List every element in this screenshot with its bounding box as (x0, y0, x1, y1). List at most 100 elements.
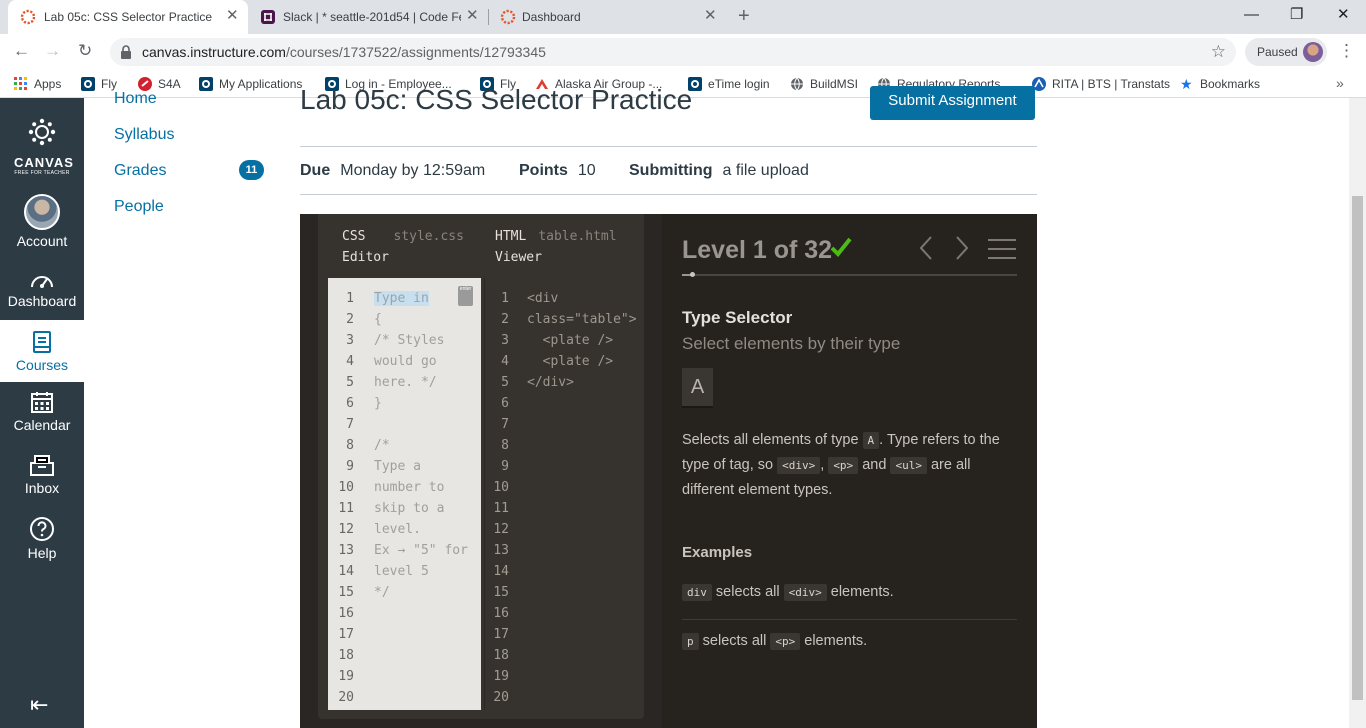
browser-toolbar: ← → ↻ canvas.instructure.com/courses/173… (0, 34, 1366, 70)
line-number: 2 (501, 312, 509, 327)
close-tab-icon[interactable]: ✕ (466, 8, 479, 24)
nav-label: Account (16, 233, 68, 249)
line-number: 1 (501, 291, 509, 306)
code-line: } (374, 396, 382, 411)
line-number: 12 (338, 522, 354, 537)
line-number: 18 (338, 648, 354, 663)
bookmark-etime-login[interactable]: eTime login (688, 75, 770, 93)
example-1: div selects all <div> elements. (682, 584, 894, 601)
bookmark-folder-bookmarks[interactable]: ★ Bookmarks (1180, 75, 1260, 93)
code-chip: <p> (828, 457, 859, 474)
global-nav-inbox[interactable]: Inbox (0, 453, 84, 503)
course-nav-syllabus[interactable]: Syllabus (114, 126, 174, 144)
bookmark-star-icon[interactable]: ☆ (1211, 42, 1226, 62)
next-level-icon[interactable] (952, 234, 972, 262)
course-nav-home[interactable]: Home (114, 90, 157, 108)
previous-level-icon[interactable] (916, 234, 936, 262)
canvas-logo[interactable]: CANVAS FREE FOR TEACHER (14, 118, 73, 176)
global-nav-dashboard[interactable]: Dashboard (0, 270, 84, 320)
new-tab-icon[interactable]: + (738, 5, 750, 27)
browser-menu-icon[interactable]: ⋮ (1338, 41, 1355, 61)
close-window-icon[interactable]: ✕ (1337, 6, 1350, 24)
bookmark-fly[interactable]: Fly (81, 75, 117, 93)
collapse-nav-icon[interactable]: ⇤ (30, 692, 48, 718)
global-nav-calendar[interactable]: Calendar (0, 390, 84, 440)
bookmark-label: Bookmarks (1200, 77, 1261, 91)
nav-label: Calendar (13, 417, 71, 433)
restore-icon[interactable]: ❐ (1290, 6, 1303, 24)
s4a-logo-icon (138, 77, 152, 91)
canvas-favicon-icon (20, 9, 36, 25)
nav-label: Inbox (24, 480, 60, 496)
avatar (24, 194, 60, 230)
global-nav-account[interactable]: Account (0, 194, 84, 254)
example-text: elements. (804, 633, 868, 649)
line-number: 9 (346, 459, 354, 474)
css-editor-header: CSS style.css Editor (342, 226, 464, 268)
line-number: 19 (493, 669, 509, 684)
code-line: would go (374, 354, 437, 369)
code-line: <plate /> (527, 354, 614, 369)
course-nav-grades[interactable]: Grades (114, 162, 166, 180)
code-line: Type a (374, 459, 421, 474)
submit-assignment-button[interactable]: Submit Assignment (870, 86, 1035, 120)
line-number: 15 (338, 585, 354, 600)
course-nav-people[interactable]: People (114, 198, 164, 216)
reload-icon[interactable]: ↻ (78, 41, 92, 61)
selector-name: Type Selector (682, 308, 793, 327)
selector-input[interactable]: Type in (374, 291, 429, 306)
page-title: Lab 05c: CSS Selector Practice (300, 84, 693, 115)
line-number: 4 (346, 354, 354, 369)
nav-label: Dashboard (7, 293, 77, 309)
html-line-numbers: 1 2 3 4 5 6 7 8 9 10 11 12 13 14 15 16 17 18 19 20 (485, 288, 509, 708)
html-code: <div class="table"> <plate /> <plate /> </… (527, 288, 637, 393)
line-number: 6 (501, 396, 509, 411)
level-menu-icon[interactable] (988, 238, 1016, 260)
bookmark-label: Apps (34, 77, 62, 91)
line-number: 17 (338, 627, 354, 642)
submission-type: Submitting a file upload (629, 162, 809, 180)
profile-button[interactable]: Paused (1245, 38, 1327, 66)
scrollbar-thumb[interactable] (1352, 196, 1363, 700)
more-bookmarks-icon[interactable]: » (1336, 75, 1344, 91)
desc-text: and (862, 457, 887, 473)
code-line: <plate /> (527, 333, 614, 348)
bookmark-apps[interactable]: Apps (14, 75, 61, 93)
tab-canvas-assignment[interactable]: Lab 05c: CSS Selector Practice ✕ (8, 0, 248, 34)
page-scrollbar[interactable] (1349, 98, 1366, 728)
close-tab-icon[interactable]: ✕ (226, 8, 239, 24)
level-progress-marker (690, 272, 695, 277)
css-editor-pane[interactable]: 1 2 3 4 5 6 7 8 9 10 11 12 13 14 15 16 17 18 19 20 Type in{… (328, 278, 481, 710)
desc-text: Selects all elements of type (682, 432, 859, 448)
selector-subtitle: Select elements by their type (682, 334, 901, 353)
minimize-icon[interactable]: — (1244, 6, 1259, 24)
tab-dashboard[interactable]: Dashboard ✕ (488, 0, 728, 34)
tab-slack[interactable]: Slack | * seattle-201d54 | Code Fe ✕ (248, 0, 488, 34)
star-icon: ★ (1180, 76, 1193, 92)
code-chip: <div> (777, 457, 821, 474)
dashboard-icon (31, 276, 53, 288)
enter-button[interactable]: enter (458, 286, 473, 306)
line-number: 16 (493, 606, 509, 621)
global-nav-help[interactable]: Help (0, 516, 84, 566)
line-number: 10 (493, 480, 509, 495)
globe-icon (791, 77, 803, 91)
submitting-value: a file upload (722, 162, 809, 179)
global-nav-courses[interactable]: Courses (0, 320, 84, 382)
alaska-logo-icon (81, 77, 95, 91)
line-number: 7 (346, 417, 354, 432)
bookmark-my-applications[interactable]: My Applications (199, 75, 302, 93)
bookmark-buildmsi[interactable]: BuildMSI (790, 75, 858, 93)
forward-icon[interactable]: → (44, 41, 61, 61)
address-bar[interactable]: canvas.instructure.com/courses/1737522/a… (110, 38, 1236, 66)
code-line: { (374, 312, 382, 327)
enter-label: enter (459, 286, 472, 292)
bookmark-rita-bts[interactable]: RITA | BTS | Transtats (1032, 75, 1170, 93)
back-icon[interactable]: ← (13, 41, 30, 61)
css-comment-lines: {/* Styles would go here. */} /* Type a numb… (374, 309, 479, 603)
close-tab-icon[interactable]: ✕ (704, 8, 717, 24)
points-value: 10 (577, 162, 596, 179)
level-progress-bar (682, 272, 1017, 277)
book-icon (33, 331, 51, 353)
html-viewer-title: HTML (495, 229, 527, 244)
